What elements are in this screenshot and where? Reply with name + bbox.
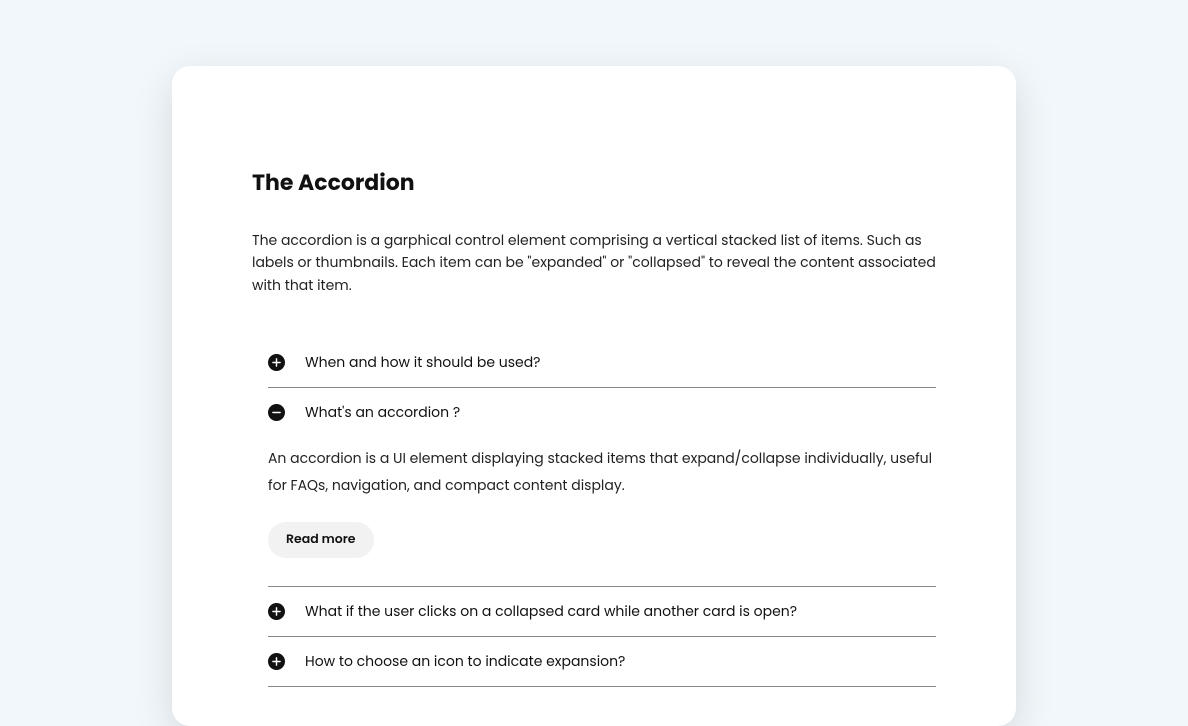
minus-icon xyxy=(268,404,285,421)
accordion-body-text: An accordion is a UI element displaying … xyxy=(268,445,936,498)
accordion-body: An accordion is a UI element displaying … xyxy=(268,445,936,572)
accordion-label: What's an accordion ? xyxy=(305,402,460,423)
accordion-list: When and how it should be used? What's a… xyxy=(252,338,936,687)
page-description: The accordion is a garphical control ele… xyxy=(252,229,936,296)
accordion-header[interactable]: What's an accordion ? xyxy=(268,402,936,423)
accordion-header[interactable]: How to choose an icon to indicate expans… xyxy=(268,651,936,672)
page-title: The Accordion xyxy=(252,166,936,199)
accordion-item: What if the user clicks on a collapsed c… xyxy=(268,587,936,637)
accordion-label: How to choose an icon to indicate expans… xyxy=(305,651,625,672)
accordion-card: The Accordion The accordion is a garphic… xyxy=(172,66,1016,726)
plus-icon xyxy=(268,653,285,670)
plus-icon xyxy=(268,603,285,620)
accordion-label: When and how it should be used? xyxy=(305,352,541,373)
accordion-item: How to choose an icon to indicate expans… xyxy=(268,637,936,687)
accordion-header[interactable]: When and how it should be used? xyxy=(268,352,936,373)
accordion-item: When and how it should be used? xyxy=(268,338,936,388)
accordion-label: What if the user clicks on a collapsed c… xyxy=(305,601,797,622)
read-more-button[interactable]: Read more xyxy=(268,522,374,558)
plus-icon xyxy=(268,354,285,371)
accordion-item: What's an accordion ? An accordion is a … xyxy=(268,388,936,587)
accordion-header[interactable]: What if the user clicks on a collapsed c… xyxy=(268,601,936,622)
